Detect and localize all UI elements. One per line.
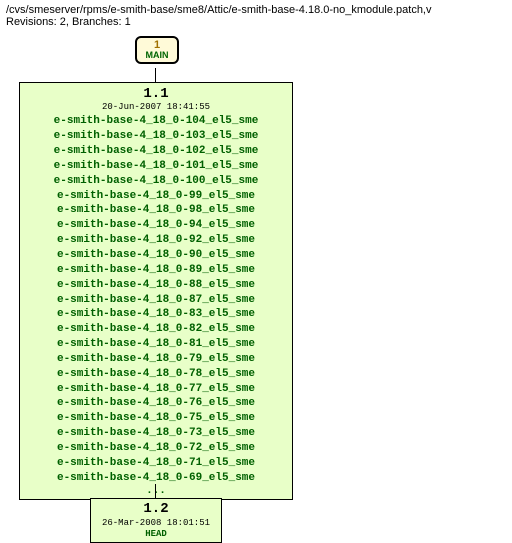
head-label: HEAD — [91, 529, 221, 539]
revision-tags-list: e-smith-base-4_18_0-104_el5_smee-smith-b… — [20, 114, 292, 485]
revision-tag: e-smith-base-4_18_0-102_el5_sme — [20, 144, 292, 159]
tags-ellipsis: ... — [20, 485, 292, 497]
revision-graph: 1 MAIN 1.1 20-Jun-2007 18:41:55 e-smith-… — [0, 34, 512, 539]
revision-date: 26-Mar-2008 18:01:51 — [91, 518, 221, 528]
revision-tag: e-smith-base-4_18_0-71_el5_sme — [20, 456, 292, 471]
revision-tag: e-smith-base-4_18_0-99_el5_sme — [20, 189, 292, 204]
connector-line — [155, 484, 156, 498]
revision-date: 20-Jun-2007 18:41:55 — [20, 102, 292, 112]
revision-tag: e-smith-base-4_18_0-69_el5_sme — [20, 471, 292, 486]
branch-badge-main: 1 MAIN — [135, 36, 179, 64]
revision-tag: e-smith-base-4_18_0-73_el5_sme — [20, 426, 292, 441]
revision-tag: e-smith-base-4_18_0-101_el5_sme — [20, 159, 292, 174]
revision-tag: e-smith-base-4_18_0-78_el5_sme — [20, 367, 292, 382]
revision-tag: e-smith-base-4_18_0-72_el5_sme — [20, 441, 292, 456]
revision-tag: e-smith-base-4_18_0-82_el5_sme — [20, 322, 292, 337]
revision-tag: e-smith-base-4_18_0-103_el5_sme — [20, 129, 292, 144]
revision-tag: e-smith-base-4_18_0-98_el5_sme — [20, 203, 292, 218]
revision-tag: e-smith-base-4_18_0-79_el5_sme — [20, 352, 292, 367]
revision-tag: e-smith-base-4_18_0-104_el5_sme — [20, 114, 292, 129]
revision-tag: e-smith-base-4_18_0-76_el5_sme — [20, 396, 292, 411]
revision-tag: e-smith-base-4_18_0-89_el5_sme — [20, 263, 292, 278]
revision-tag: e-smith-base-4_18_0-94_el5_sme — [20, 218, 292, 233]
revision-tag: e-smith-base-4_18_0-88_el5_sme — [20, 278, 292, 293]
revisions-summary: Revisions: 2, Branches: 1 — [0, 16, 512, 34]
revision-node-1-1: 1.1 20-Jun-2007 18:41:55 e-smith-base-4_… — [19, 82, 293, 500]
revision-number: 1.2 — [91, 502, 221, 517]
revision-number: 1.1 — [20, 87, 292, 102]
branch-label: MAIN — [137, 51, 177, 60]
revision-tag: e-smith-base-4_18_0-75_el5_sme — [20, 411, 292, 426]
revision-tag: e-smith-base-4_18_0-90_el5_sme — [20, 248, 292, 263]
revision-tag: e-smith-base-4_18_0-92_el5_sme — [20, 233, 292, 248]
revision-tag: e-smith-base-4_18_0-81_el5_sme — [20, 337, 292, 352]
revision-tag: e-smith-base-4_18_0-100_el5_sme — [20, 174, 292, 189]
revision-tag: e-smith-base-4_18_0-83_el5_sme — [20, 307, 292, 322]
revision-tag: e-smith-base-4_18_0-87_el5_sme — [20, 293, 292, 308]
revision-tag: e-smith-base-4_18_0-77_el5_sme — [20, 382, 292, 397]
revision-node-1-2: 1.2 26-Mar-2008 18:01:51 HEAD — [90, 498, 222, 543]
file-path: /cvs/smeserver/rpms/e-smith-base/sme8/At… — [0, 0, 512, 16]
connector-line — [155, 68, 156, 82]
